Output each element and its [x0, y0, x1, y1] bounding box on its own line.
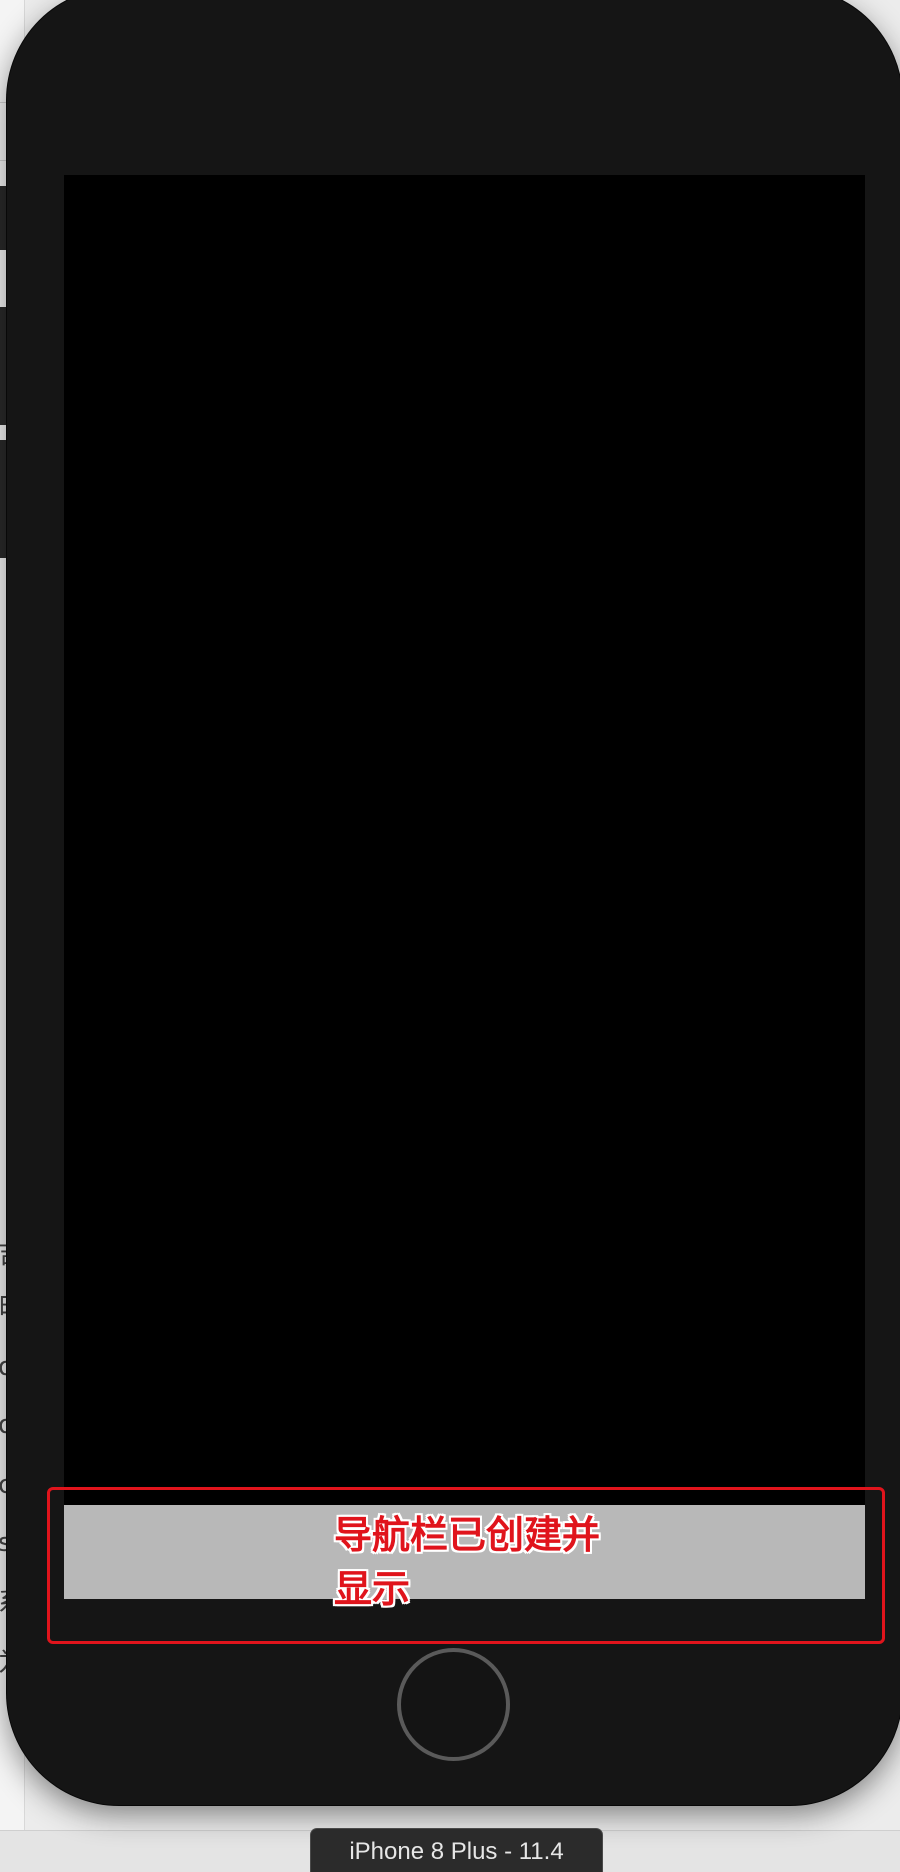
annotation-label: 导航栏已创建并显示 [334, 1513, 601, 1611]
home-button[interactable] [397, 1648, 510, 1761]
simulator-stage: 吉 由 o o c s 系 为 导航栏已创建并显示 iPhone 8 Plus … [0, 0, 900, 1872]
app-screen[interactable] [64, 175, 865, 1599]
simulator-device-title: iPhone 8 Plus - 11.4 [310, 1828, 603, 1872]
